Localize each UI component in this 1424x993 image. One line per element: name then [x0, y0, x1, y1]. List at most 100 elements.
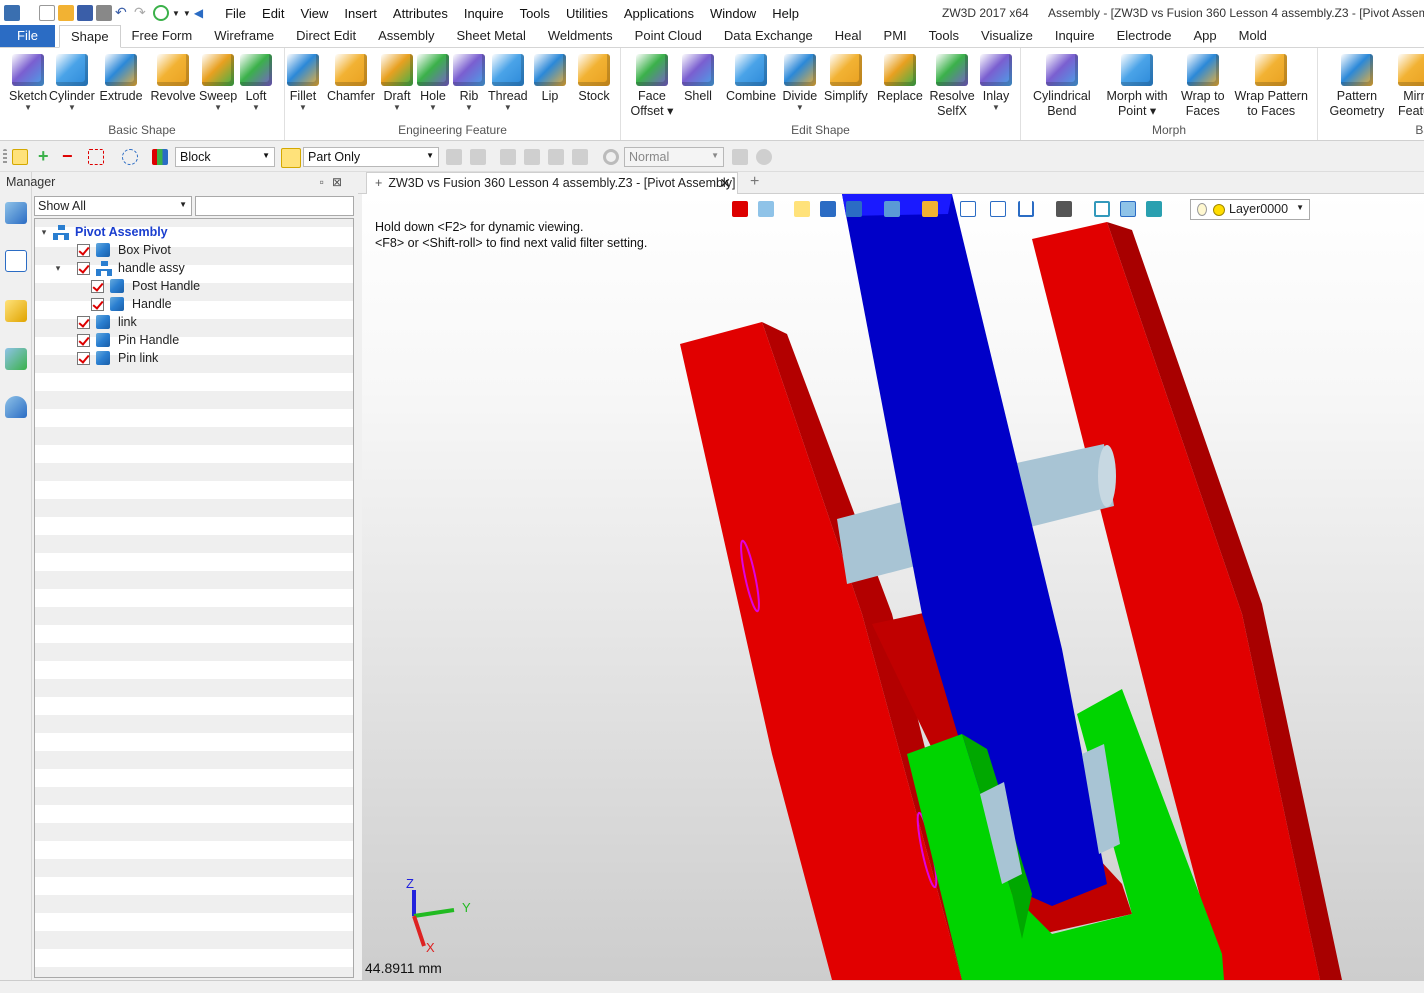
ribbon-tab-data-exchange[interactable]: Data Exchange [713, 25, 824, 47]
redo-icon[interactable]: ↷ [134, 5, 150, 21]
filter-chart-icon[interactable] [152, 149, 168, 165]
ribbon-tab-inquire[interactable]: Inquire [1044, 25, 1106, 47]
menu-help[interactable]: Help [764, 6, 807, 21]
ribbon-button-face-offset[interactable]: Face Offset ▾ [631, 54, 673, 119]
wireframe-icon[interactable] [1094, 201, 1110, 217]
assembly-model[interactable] [362, 194, 1424, 980]
menu-applications[interactable]: Applications [616, 6, 702, 21]
visibility-checkbox[interactable] [91, 279, 104, 293]
visibility-checkbox[interactable] [77, 261, 90, 275]
ribbon-tab-pmi[interactable]: PMI [873, 25, 918, 47]
chevron-down-icon[interactable]: ▼ [504, 104, 512, 112]
lasso-select-icon[interactable] [122, 149, 138, 165]
part-manager-icon[interactable] [5, 300, 27, 322]
zoom-box-icon[interactable] [990, 201, 1006, 217]
tree-item[interactable]: Handle [35, 295, 353, 313]
chevron-down-icon[interactable]: ▼ [465, 104, 473, 112]
chevron-down-icon[interactable]: ▼ [214, 104, 222, 112]
ribbon-button-revolve[interactable]: Revolve [151, 54, 196, 104]
restore-icon[interactable]: ▫ [320, 175, 332, 189]
new-tab-icon[interactable]: + [750, 173, 759, 191]
menu-window[interactable]: Window [702, 6, 764, 21]
close-tab-icon[interactable]: ✕ [719, 175, 731, 192]
ribbon-button-extrude[interactable]: Extrude [100, 54, 143, 104]
collapse-left-icon[interactable]: ◀ [194, 6, 203, 20]
ribbon-tab-point-cloud[interactable]: Point Cloud [624, 25, 713, 47]
3d-viewport[interactable]: Hold down <F2> for dynamic viewing. <F8>… [362, 194, 1424, 980]
ribbon-tab-sheet-metal[interactable]: Sheet Metal [446, 25, 537, 47]
cube-view-icon[interactable] [846, 201, 862, 217]
tree-item[interactable]: ▾ Pivot Assembly [35, 223, 353, 241]
pick-icon-8[interactable] [756, 149, 772, 165]
qa-dropdown-icon[interactable]: ▼ [172, 9, 180, 18]
render-icon[interactable] [922, 201, 938, 217]
visibility-checkbox[interactable] [77, 315, 90, 329]
view-manager-icon[interactable] [5, 348, 27, 370]
gear-icon[interactable] [603, 149, 619, 165]
tree-item[interactable]: Pin link [35, 349, 353, 367]
ribbon-button-divide[interactable]: Divide ▼ [783, 54, 817, 112]
visibility-checkbox[interactable] [77, 351, 90, 365]
ribbon-tab-file[interactable]: File [0, 25, 55, 47]
chevron-down-icon[interactable]: ▼ [429, 104, 437, 112]
ribbon-button-shell[interactable]: Shell [682, 54, 714, 104]
select-pointer-icon[interactable] [12, 149, 28, 165]
qa-more-icon[interactable]: ▼ [183, 9, 191, 18]
ribbon-button-draft[interactable]: Draft ▼ [381, 54, 413, 112]
new-file-icon[interactable] [39, 5, 55, 21]
menu-insert[interactable]: Insert [336, 6, 385, 21]
zoom-fit-icon[interactable] [960, 201, 976, 217]
ribbon-button-lip[interactable]: Lip [534, 54, 566, 104]
background-icon[interactable] [1056, 201, 1072, 217]
add-select-icon[interactable]: + [38, 147, 54, 165]
ribbon-button-cylindrical-bend[interactable]: Cylindrical Bend [1033, 54, 1091, 119]
plane-icon[interactable] [1120, 201, 1136, 217]
ribbon-tab-wireframe[interactable]: Wireframe [203, 25, 285, 47]
document-tab[interactable]: + ZW3D vs Fusion 360 Lesson 4 assembly.Z3… [366, 172, 738, 194]
tree-item[interactable]: Pin Handle [35, 331, 353, 349]
ribbon-button-morph-with-point[interactable]: Morph with Point ▾ [1107, 54, 1168, 119]
ribbon-button-stock[interactable]: Stock [578, 54, 610, 104]
assembly-manager-icon[interactable] [5, 250, 27, 272]
ribbon-tab-tools[interactable]: Tools [918, 25, 970, 47]
tree-item[interactable]: Box Pivot [35, 241, 353, 259]
return-icon[interactable] [732, 201, 748, 217]
ribbon-button-sweep[interactable]: Sweep ▼ [199, 54, 237, 112]
pick-icon-5[interactable] [548, 149, 564, 165]
chevron-down-icon[interactable]: ▼ [299, 104, 307, 112]
menu-attributes[interactable]: Attributes [385, 6, 456, 21]
ribbon-button-inlay[interactable]: Inlay ▼ [980, 54, 1012, 112]
remove-select-icon[interactable]: − [62, 147, 78, 165]
collapse-icon[interactable]: ▾ [39, 227, 49, 238]
chevron-down-icon[interactable]: ▼ [796, 104, 804, 112]
ribbon-tab-app[interactable]: App [1183, 25, 1228, 47]
tree-item[interactable]: Post Handle [35, 277, 353, 295]
dimension-icon[interactable] [1018, 201, 1034, 217]
selection-filter-select[interactable]: Block ▼ [175, 147, 275, 167]
ribbon-button-cylinder[interactable]: Cylinder ▼ [49, 54, 95, 112]
regen-icon[interactable] [153, 5, 169, 21]
menu-edit[interactable]: Edit [254, 6, 292, 21]
ribbon-button-hole[interactable]: Hole ▼ [417, 54, 449, 112]
ribbon-tab-assembly[interactable]: Assembly [367, 25, 445, 47]
collapse-icon[interactable]: ▾ [53, 263, 63, 274]
chevron-down-icon[interactable]: ▼ [992, 104, 1000, 112]
chevron-down-icon[interactable]: ▼ [24, 104, 32, 112]
visibility-checkbox[interactable] [77, 243, 90, 257]
pick-icon-6[interactable] [572, 149, 588, 165]
menu-tools[interactable]: Tools [512, 6, 558, 21]
layer-select[interactable]: Layer0000 ▼ [1190, 199, 1310, 220]
chevron-down-icon[interactable]: ▼ [68, 104, 76, 112]
visibility-checkbox[interactable] [91, 297, 104, 311]
close-icon[interactable]: ⊠ [332, 175, 350, 189]
menu-inquire[interactable]: Inquire [456, 6, 512, 21]
visibility-checkbox[interactable] [77, 333, 90, 347]
display-style-icon[interactable] [1146, 201, 1162, 217]
pick-icon-1[interactable] [446, 149, 462, 165]
manager-search-input[interactable] [195, 196, 354, 216]
ribbon-tab-heal[interactable]: Heal [824, 25, 873, 47]
ribbon-tab-direct-edit[interactable]: Direct Edit [285, 25, 367, 47]
ribbon-button-pattern-geometry[interactable]: Pattern Geometry [1330, 54, 1384, 119]
ribbon-tab-weldments[interactable]: Weldments [537, 25, 624, 47]
ribbon-tab-shape[interactable]: Shape [58, 25, 121, 48]
